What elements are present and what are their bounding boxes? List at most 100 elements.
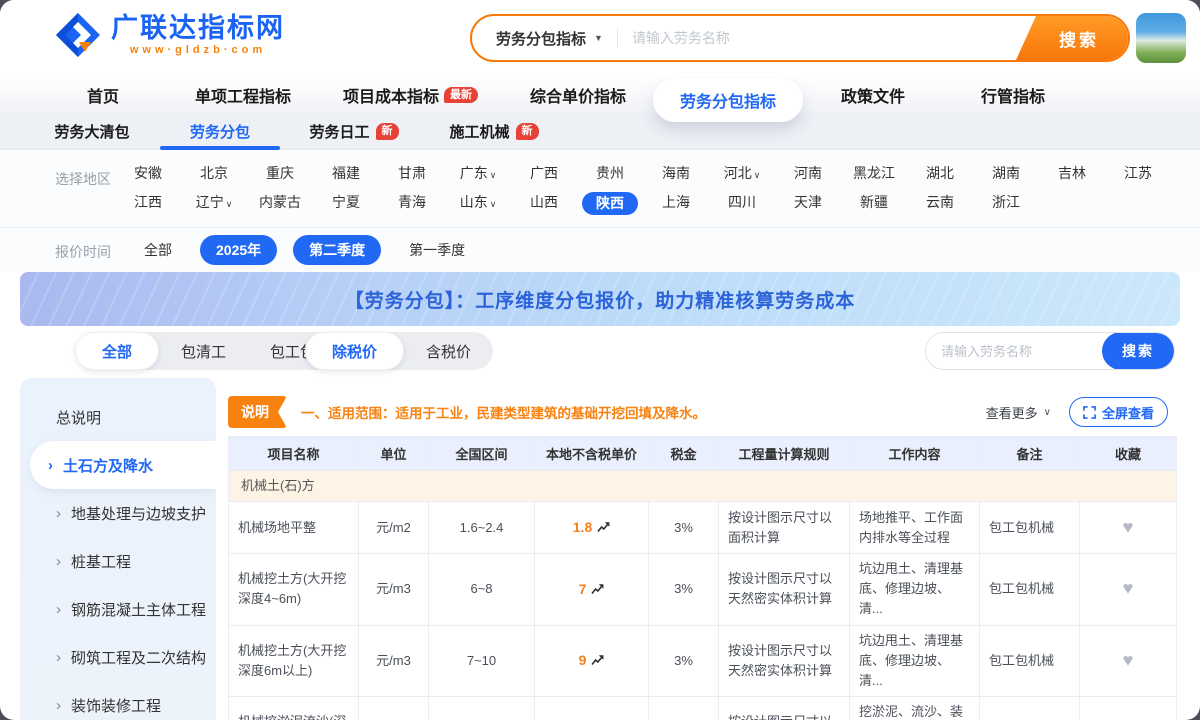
cell-local-price[interactable]: 1.8: [535, 502, 649, 554]
region-item[interactable]: 广东∨: [445, 163, 511, 183]
sidebar-item[interactable]: ›砌筑工程及二次结构: [20, 633, 216, 681]
list-search-button[interactable]: 搜索: [1102, 332, 1174, 370]
region-item[interactable]: 贵州: [577, 163, 643, 183]
avatar[interactable]: [1136, 13, 1186, 63]
sidebar-item-label: 地基处理与边坡支护: [71, 503, 206, 524]
region-item[interactable]: 江苏: [1105, 163, 1171, 183]
subnav-item-label: 施工机械: [449, 121, 509, 142]
region-item-label: 云南: [926, 194, 954, 210]
region-item[interactable]: 湖南: [973, 163, 1039, 183]
region-item-label: 北京: [200, 165, 228, 181]
nav-item[interactable]: 单项工程指标: [168, 76, 318, 114]
nav-item-label: 劳务分包指标: [680, 88, 776, 112]
region-item[interactable]: 甘肃: [379, 163, 445, 183]
filter-option[interactable]: 含税价: [404, 332, 493, 370]
region-item[interactable]: 河北∨: [709, 163, 775, 183]
region-item[interactable]: 内蒙古: [247, 192, 313, 215]
subnav-item[interactable]: 劳务大清包: [28, 114, 156, 150]
region-item[interactable]: 海南: [643, 163, 709, 183]
filter-option[interactable]: 全部: [75, 332, 159, 370]
subnav-item[interactable]: 施工机械新: [424, 114, 564, 150]
list-search-input[interactable]: [926, 344, 1102, 359]
cell-work-content: 坑边甩土、清理基底、修理边坡、清...: [850, 554, 980, 625]
region-item[interactable]: 福建: [313, 163, 379, 183]
cell-remark: 包工包机械: [980, 502, 1080, 554]
chevron-right-icon: ›: [48, 457, 53, 474]
nav-item[interactable]: 劳务分包指标: [653, 78, 803, 122]
region-item[interactable]: 安徽: [115, 163, 181, 183]
region-item[interactable]: 河南: [775, 163, 841, 183]
region-item[interactable]: 吉林: [1039, 163, 1105, 183]
sidebar-item[interactable]: ›地基处理与边坡支护: [20, 489, 216, 537]
region-item[interactable]: 上海: [643, 192, 709, 215]
region-row-2: 江西辽宁∨内蒙古宁夏青海山东∨ 山西 陕西上海四川天津新疆 云南 浙江: [0, 192, 1200, 215]
sidebar-item[interactable]: ›土石方及降水: [30, 441, 216, 489]
sidebar-item[interactable]: ›桩基工程: [20, 537, 216, 585]
sidebar-item[interactable]: ›装饰装修工程: [20, 681, 216, 720]
region-item[interactable]: 新疆: [841, 192, 907, 215]
region-item-label: 浙江: [992, 194, 1020, 210]
topbar: 广联达指标网 www·gldzb·com 劳务分包指标 ▼ 搜索: [0, 0, 1200, 76]
sub-nav: 劳务大清包 劳务分包 劳务日工新施工机械新: [0, 114, 1200, 150]
header-search-bar: 劳务分包指标 ▼ 搜索: [470, 14, 1130, 62]
filter-bar: 全部包清工包工包料 除税价含税价 搜索: [0, 332, 1200, 370]
region-item[interactable]: 天津: [775, 192, 841, 215]
region-item[interactable]: 陕西: [577, 192, 643, 215]
search-category-dropdown[interactable]: 劳务分包指标 ▼: [472, 28, 617, 49]
filter-option[interactable]: 除税价: [305, 332, 404, 370]
nav-item-label: 综合单价指标: [530, 83, 626, 107]
region-item-label: 山西: [530, 194, 558, 210]
nav-item[interactable]: 项目成本指标最新: [318, 76, 503, 114]
region-item[interactable]: 北京: [181, 163, 247, 183]
region-item[interactable]: 四川: [709, 192, 775, 215]
region-item[interactable]: 辽宁∨: [181, 192, 247, 215]
nav-item[interactable]: 行管指标: [943, 76, 1083, 114]
cell-local-price[interactable]: 7: [535, 554, 649, 625]
sidebar-item[interactable]: ›钢筋混凝土主体工程: [20, 585, 216, 633]
price-value: 1.8: [573, 519, 592, 535]
region-filter: 选择地区 安徽北京重庆福建甘肃广东∨广西贵州海南河北∨河南黑龙江湖北湖南吉林江苏…: [0, 151, 1200, 228]
cell-remark: 包工包机械: [980, 625, 1080, 696]
subnav-item[interactable]: 劳务日工新: [284, 114, 424, 150]
logo[interactable]: 广联达指标网 www·gldzb·com: [55, 12, 285, 58]
fullscreen-button[interactable]: 全屏查看: [1069, 397, 1168, 427]
region-item[interactable]: 江西: [115, 192, 181, 215]
nav-item[interactable]: 首页: [38, 76, 168, 114]
region-item[interactable]: 青海: [379, 192, 445, 215]
sidebar-item[interactable]: 总说明: [20, 393, 216, 441]
main-nav: 首页单项工程指标项目成本指标最新 综合单价指标 劳务分包指标 政策文件行管指标: [0, 76, 1200, 114]
filter-option[interactable]: 包清工: [159, 332, 248, 370]
favorite-icon[interactable]: ♥: [1123, 517, 1134, 537]
time-option[interactable]: 第二季度: [293, 235, 381, 265]
region-item[interactable]: 广西: [511, 163, 577, 183]
favorite-icon[interactable]: ♥: [1123, 650, 1134, 670]
region-item[interactable]: 云南: [907, 192, 973, 215]
sidebar-item-label: 总说明: [56, 407, 101, 428]
favorite-icon[interactable]: ♥: [1123, 578, 1134, 598]
nav-item[interactable]: 综合单价指标: [503, 76, 653, 114]
cell-tax: 3%: [649, 696, 719, 720]
cell-local-price[interactable]: 9: [535, 625, 649, 696]
region-item-label: 河北: [724, 165, 752, 181]
subnav-item[interactable]: 劳务分包: [156, 114, 284, 150]
region-item[interactable]: 湖北: [907, 163, 973, 183]
region-item[interactable]: 浙江: [973, 192, 1039, 215]
region-item[interactable]: 宁夏: [313, 192, 379, 215]
trend-up-icon: [597, 520, 610, 535]
search-category-label: 劳务分包指标: [496, 28, 586, 49]
list-search-bar: 搜索: [925, 332, 1175, 370]
time-option[interactable]: 第一季度: [397, 236, 477, 264]
region-item[interactable]: 山西: [511, 192, 577, 215]
time-option[interactable]: 全部: [132, 236, 184, 264]
cell-national-range: 1.6~2.4: [429, 502, 535, 554]
region-item[interactable]: 山东∨: [445, 192, 511, 215]
view-more-button[interactable]: 查看更多 ∨: [986, 403, 1051, 422]
time-option[interactable]: 2025年: [200, 235, 277, 265]
subnav-item-label: 劳务分包: [190, 121, 250, 142]
region-item[interactable]: 黑龙江: [841, 163, 907, 183]
cell-work-content: 场地推平、工作面内排水等全过程: [850, 502, 980, 554]
region-item[interactable]: 重庆: [247, 163, 313, 183]
nav-item[interactable]: 政策文件: [803, 76, 943, 114]
cell-local-price[interactable]: 15: [535, 696, 649, 720]
cell-unit: 元/m3: [359, 554, 429, 625]
